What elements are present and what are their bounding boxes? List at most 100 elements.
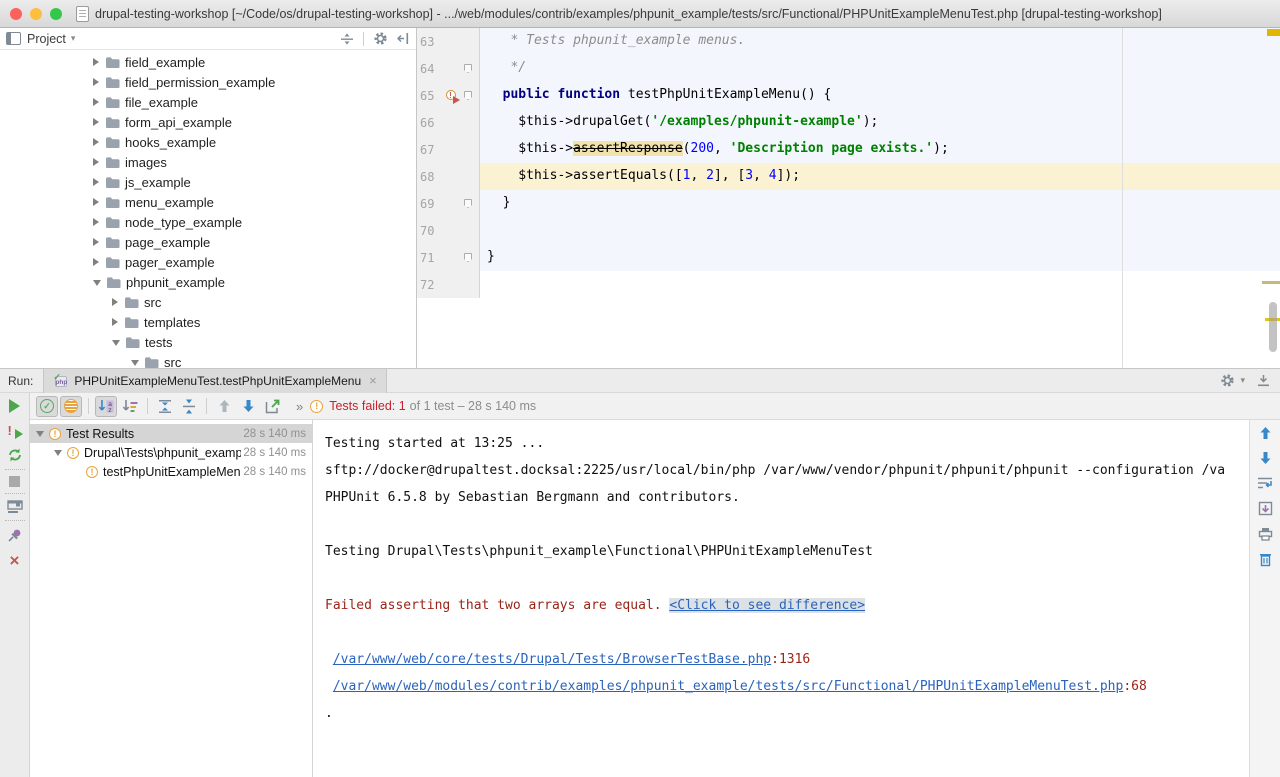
console-link[interactable]: <Click to see difference> [669, 598, 865, 613]
project-tree-item[interactable]: field_permission_example [0, 72, 416, 92]
pin-tab-icon[interactable] [7, 527, 23, 543]
project-tree-item[interactable]: js_example [0, 172, 416, 192]
fold-icon[interactable] [464, 91, 472, 100]
fold-icon[interactable] [464, 64, 472, 73]
chevron-down-icon[interactable] [93, 280, 101, 286]
code-text[interactable]: * Tests phpunit_example menus. [480, 28, 1280, 55]
project-tree-item[interactable]: phpunit_example [0, 272, 416, 292]
test-tree-row[interactable]: !testPhpUnitExampleMenu28 s 140 ms [30, 462, 312, 481]
chevron-right-icon[interactable] [93, 58, 99, 66]
close-icon[interactable]: × [369, 373, 377, 388]
chevron-right-icon[interactable] [93, 78, 99, 86]
chevron-down-icon[interactable] [54, 450, 62, 456]
export-test-results-button[interactable] [261, 396, 283, 417]
hide-panel-icon[interactable] [397, 32, 410, 45]
test-console[interactable]: Testing started at 13:25 ...sftp://docke… [313, 420, 1249, 777]
clear-all-icon[interactable] [1259, 552, 1272, 567]
expand-all-button[interactable] [154, 396, 176, 417]
project-tree-item[interactable]: page_example [0, 232, 416, 252]
code-text[interactable]: $this->assertResponse(200, 'Description … [480, 136, 1280, 163]
code-text[interactable] [480, 271, 1280, 298]
collapse-all-icon[interactable] [340, 32, 354, 46]
chevron-down-icon[interactable]: ▾ [71, 33, 76, 44]
code-text[interactable]: public function testPhpUnitExampleMenu()… [480, 82, 1280, 109]
print-icon[interactable] [1258, 527, 1273, 541]
console-link[interactable]: /var/www/web/modules/contrib/examples/ph… [333, 679, 1124, 694]
chevron-right-icon[interactable] [93, 98, 99, 106]
project-tree-item[interactable]: images [0, 152, 416, 172]
code-text[interactable]: $this->drupalGet('/examples/phpunit-exam… [480, 109, 1280, 136]
chevron-right-icon[interactable] [93, 198, 99, 206]
failed-test-gutter-icon[interactable]: ! [446, 90, 458, 102]
project-tree-item[interactable]: file_example [0, 92, 416, 112]
run-tab[interactable]: php✓ PHPUnitExampleMenuTest.testPhpUnitE… [43, 369, 386, 393]
project-tree-item[interactable]: tests [0, 332, 416, 352]
divider [206, 398, 207, 414]
code-text[interactable] [480, 217, 1280, 244]
minimize-window-button[interactable] [30, 8, 42, 20]
sort-by-duration-button[interactable] [119, 396, 141, 417]
fold-icon[interactable] [464, 199, 472, 208]
console-line: /var/www/web/core/tests/Drupal/Tests/Bro… [325, 646, 1249, 673]
chevron-right-icon[interactable] [93, 138, 99, 146]
chevron-down-icon[interactable] [131, 360, 139, 366]
restore-layout-icon[interactable] [7, 500, 23, 514]
project-tree-item[interactable]: form_api_example [0, 112, 416, 132]
project-tree-item[interactable]: src [0, 292, 416, 312]
chevron-right-icon[interactable] [112, 318, 118, 326]
console-link[interactable]: /var/www/web/core/tests/Drupal/Tests/Bro… [333, 652, 771, 667]
chevron-right-icon[interactable] [93, 238, 99, 246]
project-panel-title[interactable]: Project [27, 32, 66, 46]
show-ignored-button[interactable] [60, 396, 82, 417]
scroll-to-end-icon[interactable] [1258, 501, 1273, 516]
rerun-button[interactable] [9, 399, 20, 413]
test-tree-row[interactable]: !Drupal\Tests\phpunit_example\Functional… [30, 443, 312, 462]
stop-button[interactable] [9, 476, 20, 487]
chevron-right-icon[interactable] [93, 178, 99, 186]
chevron-right-icon[interactable] [112, 298, 118, 306]
code-text[interactable]: } [480, 190, 1280, 217]
down-stack-trace-icon[interactable] [1259, 451, 1272, 465]
project-tree-item[interactable]: templates [0, 312, 416, 332]
project-tree-item[interactable]: node_type_example [0, 212, 416, 232]
code-text[interactable]: $this->assertEquals([1, 2], [3, 4]); [480, 163, 1280, 190]
close-window-button[interactable] [10, 8, 22, 20]
error-stripe-mark[interactable] [1267, 29, 1280, 36]
project-tree-item[interactable]: field_example [0, 52, 416, 72]
folder-icon [105, 116, 120, 128]
error-stripe-mark[interactable] [1262, 281, 1280, 284]
project-tree-item[interactable]: pager_example [0, 252, 416, 272]
up-stack-trace-icon[interactable] [1259, 426, 1272, 440]
chevron-right-icon[interactable] [93, 258, 99, 266]
project-tree-item[interactable]: menu_example [0, 192, 416, 212]
next-failed-test-button[interactable] [237, 396, 259, 417]
chevron-down-icon[interactable] [112, 340, 120, 346]
toggle-auto-test-icon[interactable] [7, 447, 23, 463]
project-tree-item[interactable]: hooks_example [0, 132, 416, 152]
test-tree-row[interactable]: !Test Results28 s 140 ms [30, 424, 312, 443]
previous-failed-test-button[interactable] [213, 396, 235, 417]
hide-panel-icon[interactable] [1257, 374, 1270, 387]
code-text[interactable]: */ [480, 55, 1280, 82]
chevron-right-icon[interactable] [93, 158, 99, 166]
collapse-all-button[interactable] [178, 396, 200, 417]
close-run-panel-button[interactable]: × [10, 554, 20, 568]
soft-wrap-icon[interactable] [1257, 476, 1273, 490]
run-settings-button[interactable]: ▾ [1220, 373, 1245, 388]
show-passed-button[interactable]: ✓ [36, 396, 58, 417]
fold-icon[interactable] [464, 253, 472, 262]
sort-alphabetically-button[interactable]: a z [95, 396, 117, 417]
chevron-down-icon[interactable] [36, 431, 44, 437]
editor-gutter: 63 [417, 28, 480, 55]
editor-scrollbar-thumb[interactable] [1269, 302, 1277, 352]
gear-icon[interactable] [373, 31, 388, 46]
project-tree: field_examplefield_permission_examplefil… [0, 50, 416, 372]
rerun-failed-tests-button[interactable]: ! [7, 424, 23, 439]
code-text[interactable]: } [480, 244, 1280, 271]
svg-text:z: z [108, 407, 111, 414]
chevron-right-icon[interactable] [93, 218, 99, 226]
window-title: drupal-testing-workshop [~/Code/os/drupa… [95, 7, 1162, 21]
chevron-double-right-icon[interactable]: » [296, 399, 302, 414]
zoom-window-button[interactable] [50, 8, 62, 20]
chevron-right-icon[interactable] [93, 118, 99, 126]
